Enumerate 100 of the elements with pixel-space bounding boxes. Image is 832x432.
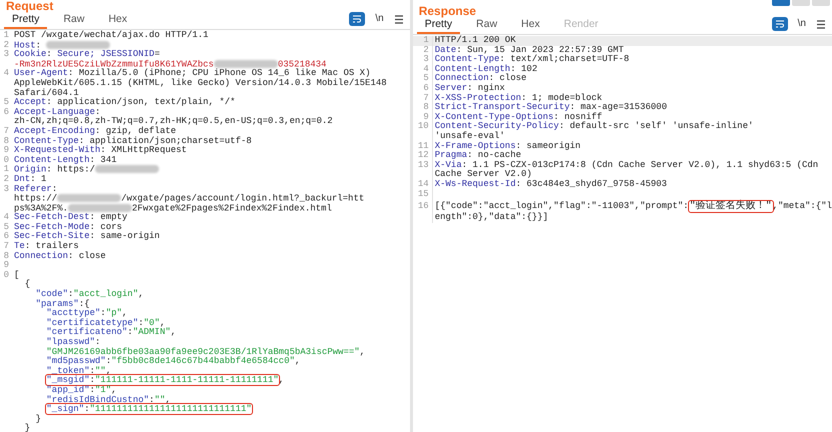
- layout-toggle[interactable]: [792, 0, 810, 6]
- code-line: Content-Type: text/xml;charset=UTF-8: [434, 55, 630, 64]
- code-line: "GMJM26169abb6fbe03aa90fa9ee9c203E3B/1RlYaBmq5bA3iscPww==",: [45, 348, 366, 357]
- tab[interactable]: Raw: [468, 17, 506, 34]
- code-line: Content-Type: application/json;charset=utf-8: [13, 136, 252, 146]
- panel-title: Response: [418, 5, 476, 17]
- tab[interactable]: Raw: [55, 12, 92, 29]
- line-number: 4: [4, 212, 9, 222]
- tab[interactable]: Hex: [513, 17, 548, 34]
- menu-icon[interactable]: [394, 14, 404, 24]
- line-number: 0: [4, 270, 9, 280]
- code-line: }: [34, 414, 42, 424]
- line-number: 10: [418, 121, 429, 132]
- redacted-blur: [95, 165, 160, 174]
- code-line: Sec-Fetch-Site: same-origin: [13, 232, 160, 242]
- line-number: 4: [4, 68, 9, 78]
- code-line: HTTP/1.1 200 OK: [434, 36, 516, 46]
- line-number: 12: [418, 150, 429, 160]
- code-line: -Rm3n2RlzUE5CziLWbZzmmuIfu8K61YWAZbcs 035218434: [13, 60, 326, 70]
- highlight-box: "_sign":"1111111111111111111111111111": [46, 404, 252, 414]
- line-number: 7: [4, 241, 9, 252]
- line-number: 9: [4, 260, 9, 270]
- code-line: "code":"acct_login",: [34, 290, 144, 300]
- code-line: X-Via: 1.1 PS-CZX-013cP174:8 (Cdn Cache Server V2.0), 1.1 shyd63:5 (Cdn: [434, 160, 818, 170]
- code-line: }: [24, 424, 30, 432]
- line-number: 6: [423, 82, 429, 93]
- code-line: X-Ws-Request-Id: 63c484e3_shyd67_9758-45903: [434, 180, 667, 190]
- tab[interactable]: Pretty: [4, 12, 48, 29]
- line-number: 5: [4, 97, 9, 108]
- code-line: "lpasswd":: [45, 338, 100, 348]
- code-line: Connection: close: [434, 74, 527, 84]
- code-line: "certificateno":"ADMIN",: [45, 328, 176, 338]
- line-number: 2: [4, 40, 9, 50]
- tab[interactable]: Hex: [100, 12, 136, 29]
- code-line: Accept: application/json, text/plain, */*: [13, 98, 236, 108]
- newline-toggle[interactable]: \n: [798, 19, 806, 29]
- code-line: X-Frame-Options: sameorigin: [434, 142, 581, 151]
- layout-toggle[interactable]: [812, 0, 830, 6]
- code-line: X-XSS-Protection: 1; mode=block: [434, 94, 602, 103]
- code-line: Dnt: 1: [13, 174, 46, 184]
- code-line: Pragma: no-cache: [434, 151, 522, 160]
- code-line: X-Requested-With: XMLHttpRequest: [13, 146, 187, 156]
- line-number: 4: [423, 64, 429, 74]
- line-number: 7: [4, 126, 9, 136]
- code-line: "md5passwd":"f5bb0c8de146c67b44babbf4e6584cc0",: [45, 357, 300, 366]
- line-number: 8: [4, 136, 9, 146]
- code-line: Referer:: [13, 184, 58, 194]
- line-number: 9: [4, 145, 9, 156]
- code-line: User-Agent: Mozilla/5.0 (iPhone; CPU iPhone OS 14_6 like Mac OS X): [13, 69, 370, 78]
- wrap-lines-button[interactable]: [772, 17, 788, 31]
- line-number: 1: [423, 35, 429, 45]
- line-number: 14: [418, 178, 429, 189]
- line-number: 9: [423, 112, 429, 122]
- line-number: 15: [418, 188, 429, 198]
- code-line: Te: trailers: [13, 242, 79, 252]
- line-number: 2: [423, 44, 429, 55]
- wrap-icon: [774, 20, 785, 28]
- line-number: 1: [4, 30, 9, 40]
- redacted-blur: [68, 204, 132, 212]
- line-number: 13: [418, 160, 429, 170]
- tab[interactable]: Pretty: [416, 17, 460, 34]
- layout-toggle[interactable]: [772, 0, 790, 6]
- line-number: 6: [4, 231, 9, 242]
- code-line: 'unsafe-eval': [434, 132, 505, 142]
- code-line: Origin: https:/: [12, 165, 160, 175]
- line-number: 5: [4, 222, 9, 232]
- code-line: Sec-Fetch-Dest: empty: [13, 213, 128, 222]
- line-number: 2: [4, 174, 9, 184]
- code-line: ength":0},"data":{}}]: [434, 213, 548, 223]
- code-line: Connection: close: [13, 252, 106, 262]
- menu-icon[interactable]: [816, 20, 826, 28]
- code-line: "params":{: [34, 300, 90, 309]
- code-line: X-Content-Type-Options: nosniff: [434, 112, 602, 122]
- code-line: Strict-Transport-Security: max-age=31536000: [434, 103, 667, 112]
- redacted-blur: [57, 194, 122, 202]
- code-line: Accept-Language:: [13, 108, 100, 117]
- wrap-lines-button[interactable]: [349, 12, 366, 26]
- newline-toggle[interactable]: \n: [375, 14, 384, 24]
- code-line: Date: Sun, 15 Jan 2023 22:57:39 GMT: [434, 46, 624, 55]
- code-line: Content-Security-Policy: default-src 'self' 'unsafe-inline': [434, 122, 754, 132]
- code-line: Host:: [12, 40, 110, 50]
- line-number: 8: [423, 102, 429, 112]
- line-number: 16: [418, 201, 429, 212]
- wrap-icon: [352, 15, 362, 23]
- code-line: Content-Length: 341: [13, 156, 117, 165]
- redacted-blur: [46, 40, 110, 49]
- line-number: 1: [4, 164, 9, 174]
- highlight-box: "_msgid":"111111-11111-1111-11111-11111111": [46, 375, 279, 386]
- code-line: AppleWebKit/605.1.15 (KHTML, like Gecko) Version/14.0.3 Mobile/15E148: [13, 78, 387, 88]
- line-number: 3: [4, 184, 9, 194]
- code-line: Safari/604.1: [13, 88, 79, 98]
- line-number: 0: [4, 154, 9, 165]
- code-line: [: [13, 270, 20, 280]
- code-line: "app_id":"1",: [45, 386, 117, 395]
- panel-title: Request: [6, 0, 54, 12]
- redacted-blur: [214, 60, 278, 68]
- line-number: 7: [423, 92, 429, 103]
- code-line: "_msgid":"111111-11111-1111-11111-11111111",: [45, 376, 284, 386]
- code-line: ps%3A%2F%. 2Fwxgate%2Fpages%2Findex%2Findex.html: [13, 204, 332, 214]
- line-number: 6: [4, 106, 9, 117]
